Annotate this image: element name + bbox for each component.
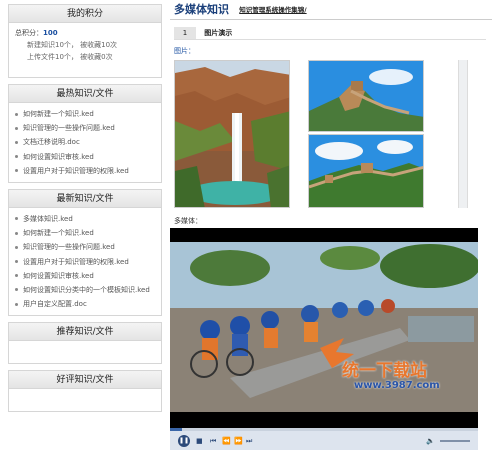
- image-gallery-divider: [458, 60, 468, 208]
- bullet-icon: [15, 245, 18, 249]
- list-item[interactable]: 如何设置知识分类中的一个模板知识.ked: [15, 283, 155, 297]
- progress-bar[interactable]: [170, 428, 478, 431]
- pause-icon[interactable]: ❚❚: [178, 435, 190, 447]
- bullet-icon: [15, 231, 18, 235]
- watermark-text: 统一下载站: [342, 361, 427, 381]
- page-title: 多媒体知识: [174, 3, 229, 16]
- sidebar: 我的积分 总积分：100 新建知识10个， 被收藏10次 上传文件10个， 被收…: [8, 4, 162, 418]
- bullet-icon: [15, 155, 18, 159]
- list-item[interactable]: 知识管理的一些操作问题.ked: [15, 240, 155, 254]
- previous-icon[interactable]: ⏮: [210, 436, 216, 446]
- my-points-title: 我的积分: [9, 5, 161, 23]
- my-points-panel: 我的积分 总积分：100 新建知识10个， 被收藏10次 上传文件10个， 被收…: [8, 4, 162, 78]
- next-icon[interactable]: ⏭: [246, 436, 252, 446]
- great-wall-image-2[interactable]: [308, 134, 424, 208]
- volume-icon[interactable]: 🔈: [426, 436, 435, 446]
- top-rated-knowledge-title: 好评知识/文件: [9, 371, 161, 390]
- top-rated-knowledge-panel: 好评知识/文件: [8, 370, 162, 413]
- list-item[interactable]: 多媒体知识.ked: [15, 212, 155, 226]
- watermark-url: www.3987.com: [354, 380, 440, 391]
- list-item[interactable]: 设置用户对于知识管理的权限.ked: [15, 255, 155, 269]
- hot-knowledge-panel: 最热知识/文件 如何新建一个知识.ked 知识管理的一些操作问题.ked 文档迁…: [8, 84, 162, 183]
- volume-slider[interactable]: [440, 440, 470, 442]
- list-item[interactable]: 如何新建一个知识.ked: [15, 226, 155, 240]
- video-player[interactable]: 统一下载站 www.3987.com: [170, 228, 480, 448]
- video-controls: ❚❚ ■ ⏮ ⏪ ⏩ ⏭ 🔈: [170, 428, 478, 450]
- main-content: 多媒体知识 知识管理系统操作集锦/ 1 图片演示 图片： 多媒体： 统一下载站 …: [170, 0, 492, 450]
- pictures-label: 图片：: [174, 47, 195, 55]
- bullet-icon: [15, 112, 18, 116]
- breadcrumb[interactable]: 知识管理系统操作集锦/: [239, 6, 306, 14]
- bullet-icon: [15, 260, 18, 263]
- created-knowledge-stat: 新建知识10个， 被收藏10次: [27, 41, 118, 49]
- list-item[interactable]: 用户自定义配置.doc: [15, 297, 155, 311]
- rewind-icon[interactable]: ⏪: [222, 436, 231, 446]
- bullet-icon: [15, 217, 18, 221]
- bullet-icon: [15, 169, 18, 173]
- total-points-label: 总积分：: [15, 29, 43, 37]
- list-item[interactable]: 文档迁移说明.doc: [15, 135, 155, 149]
- bullet-icon: [15, 302, 18, 306]
- list-item[interactable]: 知识管理的一些操作问题.ked: [15, 121, 155, 135]
- recommended-knowledge-panel: 推荐知识/文件: [8, 322, 162, 365]
- list-item[interactable]: 设置用户对于知识管理的权限.ked: [15, 164, 155, 178]
- latest-knowledge-panel: 最新知识/文件 多媒体知识.ked 如何新建一个知识.ked 知识管理的一些操作…: [8, 188, 162, 317]
- page-header: 多媒体知识 知识管理系统操作集锦/: [170, 0, 492, 20]
- section-title: 图片演示: [204, 29, 233, 37]
- uploaded-files-stat: 上传文件10个， 被收藏0次: [27, 53, 113, 61]
- list-item[interactable]: 如何设置知识审核.ked: [15, 150, 155, 164]
- bullet-icon: [15, 288, 18, 292]
- recommended-knowledge-title: 推荐知识/文件: [9, 323, 161, 342]
- bullet-icon: [15, 274, 18, 278]
- list-item[interactable]: 如何新建一个知识.ked: [15, 107, 155, 121]
- bullet-icon: [15, 126, 18, 130]
- fast-forward-icon[interactable]: ⏩: [234, 436, 243, 446]
- stop-icon[interactable]: ■: [196, 436, 203, 446]
- multimedia-label: 多媒体：: [174, 217, 202, 225]
- waterfall-image[interactable]: [174, 60, 290, 208]
- bullet-icon: [15, 140, 18, 144]
- total-points-value: 100: [43, 29, 58, 37]
- latest-knowledge-title: 最新知识/文件: [9, 189, 161, 208]
- section-header: 1 图片演示: [174, 27, 486, 40]
- section-number: 1: [174, 27, 196, 39]
- great-wall-image-1[interactable]: [308, 60, 424, 132]
- video-frame: [170, 228, 480, 430]
- hot-knowledge-title: 最热知识/文件: [9, 85, 161, 103]
- list-item[interactable]: 如何设置知识审核.ked: [15, 269, 155, 283]
